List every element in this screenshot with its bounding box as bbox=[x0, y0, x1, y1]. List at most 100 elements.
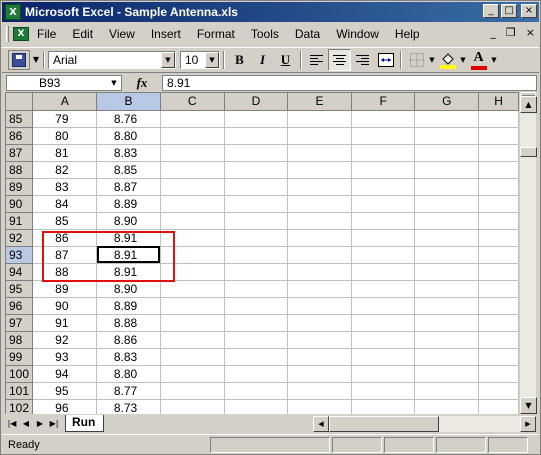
empty-cell[interactable] bbox=[224, 144, 289, 162]
empty-cell[interactable] bbox=[160, 229, 225, 247]
cell-a[interactable]: 80 bbox=[32, 127, 98, 145]
menu-edit[interactable]: Edit bbox=[64, 25, 101, 43]
column-header-h[interactable]: H bbox=[478, 93, 519, 111]
empty-cell[interactable] bbox=[414, 263, 480, 281]
empty-cell[interactable] bbox=[224, 246, 289, 264]
sheet-tab-run[interactable]: Run bbox=[65, 414, 105, 432]
empty-cell[interactable] bbox=[351, 263, 416, 281]
cell-b[interactable]: 8.91 bbox=[96, 263, 161, 281]
empty-cell[interactable] bbox=[287, 110, 352, 128]
row-header[interactable]: 96 bbox=[6, 297, 34, 315]
horizontal-scroll-thumb[interactable] bbox=[329, 416, 439, 432]
empty-cell[interactable] bbox=[224, 127, 289, 145]
name-box[interactable]: B93 ▼ bbox=[6, 75, 122, 91]
workbook-minimize-button[interactable]: _ bbox=[490, 26, 496, 39]
row-header[interactable]: 98 bbox=[6, 331, 34, 349]
column-header-f[interactable]: F bbox=[351, 93, 416, 111]
last-sheet-icon[interactable]: ▶| bbox=[47, 415, 61, 431]
save-button[interactable] bbox=[8, 50, 30, 70]
empty-cell[interactable] bbox=[287, 297, 352, 315]
empty-cell[interactable] bbox=[478, 178, 519, 196]
cell-b[interactable]: 8.88 bbox=[96, 314, 161, 332]
insert-function-icon[interactable]: fx bbox=[122, 75, 162, 91]
empty-cell[interactable] bbox=[351, 365, 416, 383]
empty-cell[interactable] bbox=[478, 127, 519, 145]
empty-cell[interactable] bbox=[224, 229, 289, 247]
empty-cell[interactable] bbox=[160, 331, 225, 349]
row-header[interactable]: 85 bbox=[6, 110, 34, 128]
cell-a[interactable]: 93 bbox=[32, 348, 98, 366]
cell-b[interactable]: 8.83 bbox=[96, 348, 161, 366]
cell-b[interactable]: 8.86 bbox=[96, 331, 161, 349]
cell-b[interactable]: 8.89 bbox=[96, 195, 161, 213]
empty-cell[interactable] bbox=[160, 314, 225, 332]
empty-cell[interactable] bbox=[478, 331, 519, 349]
active-cell[interactable]: 8.91 bbox=[96, 246, 161, 264]
row-header[interactable]: 92 bbox=[6, 229, 34, 247]
menu-help[interactable]: Help bbox=[387, 25, 428, 43]
font-size-combo[interactable]: 10 ▼ bbox=[180, 51, 220, 69]
empty-cell[interactable] bbox=[478, 195, 519, 213]
merge-center-button[interactable] bbox=[374, 49, 397, 71]
cell-b[interactable]: 8.77 bbox=[96, 382, 161, 400]
first-sheet-icon[interactable]: |◀ bbox=[5, 415, 19, 431]
empty-cell[interactable] bbox=[287, 161, 352, 179]
empty-cell[interactable] bbox=[414, 246, 480, 264]
cell-b[interactable]: 8.90 bbox=[96, 280, 161, 298]
empty-cell[interactable] bbox=[351, 178, 416, 196]
column-header-b[interactable]: B bbox=[96, 93, 161, 111]
empty-cell[interactable] bbox=[478, 263, 519, 281]
empty-cell[interactable] bbox=[287, 246, 352, 264]
empty-cell[interactable] bbox=[287, 382, 352, 400]
row-header[interactable]: 102 bbox=[6, 399, 34, 414]
empty-cell[interactable] bbox=[160, 110, 225, 128]
row-header[interactable]: 89 bbox=[6, 178, 34, 196]
empty-cell[interactable] bbox=[160, 178, 225, 196]
align-center-button[interactable] bbox=[328, 49, 351, 71]
font-name-combo[interactable]: Arial ▼ bbox=[48, 51, 176, 69]
empty-cell[interactable] bbox=[351, 331, 416, 349]
empty-cell[interactable] bbox=[160, 382, 225, 400]
row-header[interactable]: 90 bbox=[6, 195, 34, 213]
empty-cell[interactable] bbox=[478, 212, 519, 230]
empty-cell[interactable] bbox=[351, 348, 416, 366]
cell-a[interactable]: 88 bbox=[32, 263, 98, 281]
empty-cell[interactable] bbox=[224, 110, 289, 128]
row-header[interactable]: 93 bbox=[6, 246, 34, 264]
column-header-d[interactable]: D bbox=[224, 93, 289, 111]
menu-tools[interactable]: Tools bbox=[243, 25, 287, 43]
empty-cell[interactable] bbox=[351, 280, 416, 298]
align-left-button[interactable] bbox=[305, 49, 328, 71]
cell-a[interactable]: 90 bbox=[32, 297, 98, 315]
empty-cell[interactable] bbox=[351, 314, 416, 332]
empty-cell[interactable] bbox=[414, 161, 480, 179]
title-bar[interactable]: X Microsoft Excel - Sample Antenna.xls _… bbox=[2, 2, 539, 22]
menu-insert[interactable]: Insert bbox=[143, 25, 189, 43]
empty-cell[interactable] bbox=[478, 365, 519, 383]
empty-cell[interactable] bbox=[224, 382, 289, 400]
empty-cell[interactable] bbox=[287, 263, 352, 281]
empty-cell[interactable] bbox=[414, 314, 480, 332]
cell-a[interactable]: 82 bbox=[32, 161, 98, 179]
cell-b[interactable]: 8.80 bbox=[96, 127, 161, 145]
row-header[interactable]: 87 bbox=[6, 144, 34, 162]
empty-cell[interactable] bbox=[287, 280, 352, 298]
column-header-g[interactable]: G bbox=[414, 93, 480, 111]
empty-cell[interactable] bbox=[351, 110, 416, 128]
empty-cell[interactable] bbox=[414, 365, 480, 383]
empty-cell[interactable] bbox=[287, 127, 352, 145]
empty-cell[interactable] bbox=[224, 348, 289, 366]
column-header-a[interactable]: A bbox=[32, 93, 98, 111]
menu-window[interactable]: Window bbox=[328, 25, 387, 43]
empty-cell[interactable] bbox=[160, 365, 225, 383]
empty-cell[interactable] bbox=[414, 297, 480, 315]
empty-cell[interactable] bbox=[160, 246, 225, 264]
empty-cell[interactable] bbox=[160, 212, 225, 230]
menu-format[interactable]: Format bbox=[189, 25, 243, 43]
column-header-e[interactable]: E bbox=[287, 93, 352, 111]
empty-cell[interactable] bbox=[351, 144, 416, 162]
empty-cell[interactable] bbox=[414, 144, 480, 162]
scroll-up-arrow-icon[interactable]: ▲ bbox=[520, 96, 537, 113]
empty-cell[interactable] bbox=[224, 365, 289, 383]
row-header[interactable]: 100 bbox=[6, 365, 34, 383]
